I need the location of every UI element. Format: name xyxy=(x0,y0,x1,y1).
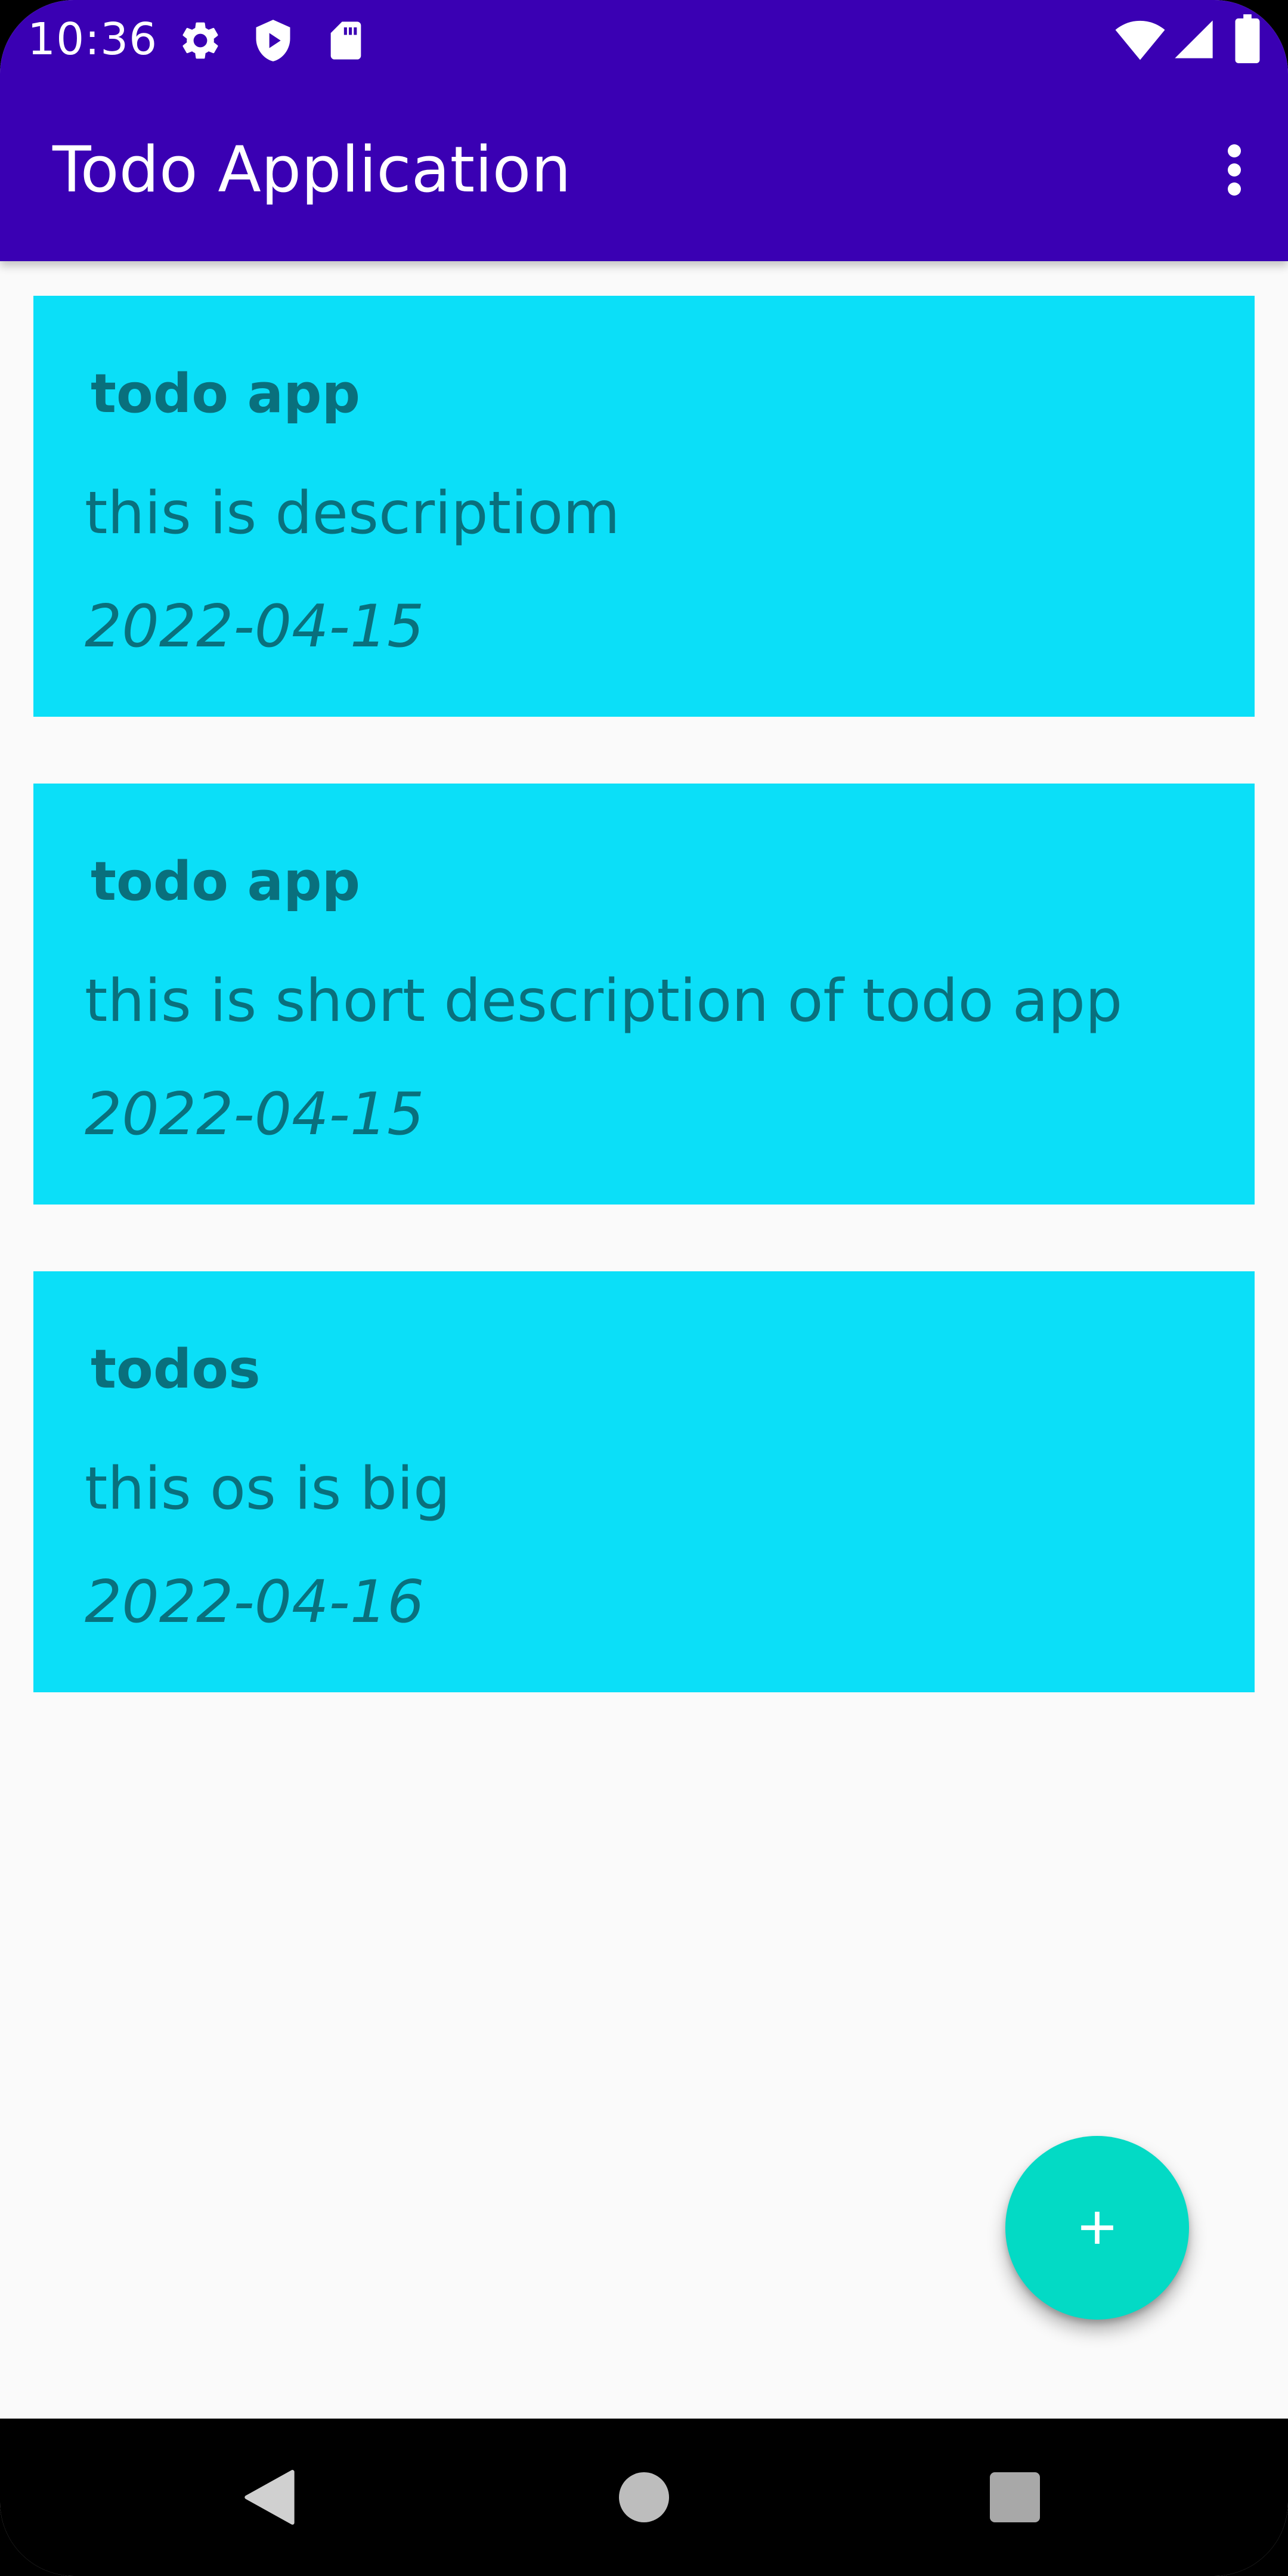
todo-description: this is descriptiom xyxy=(85,479,620,547)
todo-date: 2022-04-15 xyxy=(85,593,425,661)
sd-card-icon xyxy=(330,21,361,60)
todo-card[interactable]: todo app this is short description of to… xyxy=(33,784,1255,1205)
shield-play-icon xyxy=(256,20,290,61)
signal-icon xyxy=(1175,20,1213,58)
back-icon xyxy=(244,2470,295,2525)
todo-title: todos xyxy=(91,1338,261,1401)
recents-button[interactable] xyxy=(943,2419,1086,2576)
header: 10:36 Todo Application xyxy=(0,0,1288,261)
todo-description: this os is big xyxy=(85,1455,451,1523)
wifi-icon xyxy=(1115,20,1165,60)
plus-icon xyxy=(1081,2212,1113,2244)
todo-date: 2022-04-15 xyxy=(85,1080,425,1148)
todo-title: todo app xyxy=(91,850,361,913)
back-button[interactable] xyxy=(198,2419,341,2576)
todo-date: 2022-04-16 xyxy=(85,1568,425,1636)
add-todo-button[interactable] xyxy=(1005,2136,1189,2320)
more-vert-icon xyxy=(1199,134,1270,206)
app-title: Todo Application xyxy=(52,133,571,206)
phone-screen: 10:36 Todo Application todo app this is … xyxy=(0,0,1288,2576)
home-icon xyxy=(619,2472,669,2522)
gear-icon xyxy=(182,22,218,59)
home-button[interactable] xyxy=(572,2419,716,2576)
navigation-bar xyxy=(0,2419,1288,2576)
recents-icon xyxy=(990,2472,1040,2522)
todo-list: todo app this is descriptiom 2022-04-15 … xyxy=(33,296,1255,1759)
status-time: 10:36 xyxy=(27,14,158,65)
status-bar: 10:36 xyxy=(0,0,1288,79)
battery-icon xyxy=(1235,14,1260,63)
todo-card[interactable]: todo app this is descriptiom 2022-04-15 xyxy=(33,296,1255,717)
todo-card[interactable]: todos this os is big 2022-04-16 xyxy=(33,1271,1255,1692)
app-bar: Todo Application xyxy=(0,79,1288,261)
todo-title: todo app xyxy=(91,363,361,425)
todo-description: this is short description of todo app xyxy=(85,967,1123,1035)
more-options-button[interactable] xyxy=(1199,134,1270,206)
